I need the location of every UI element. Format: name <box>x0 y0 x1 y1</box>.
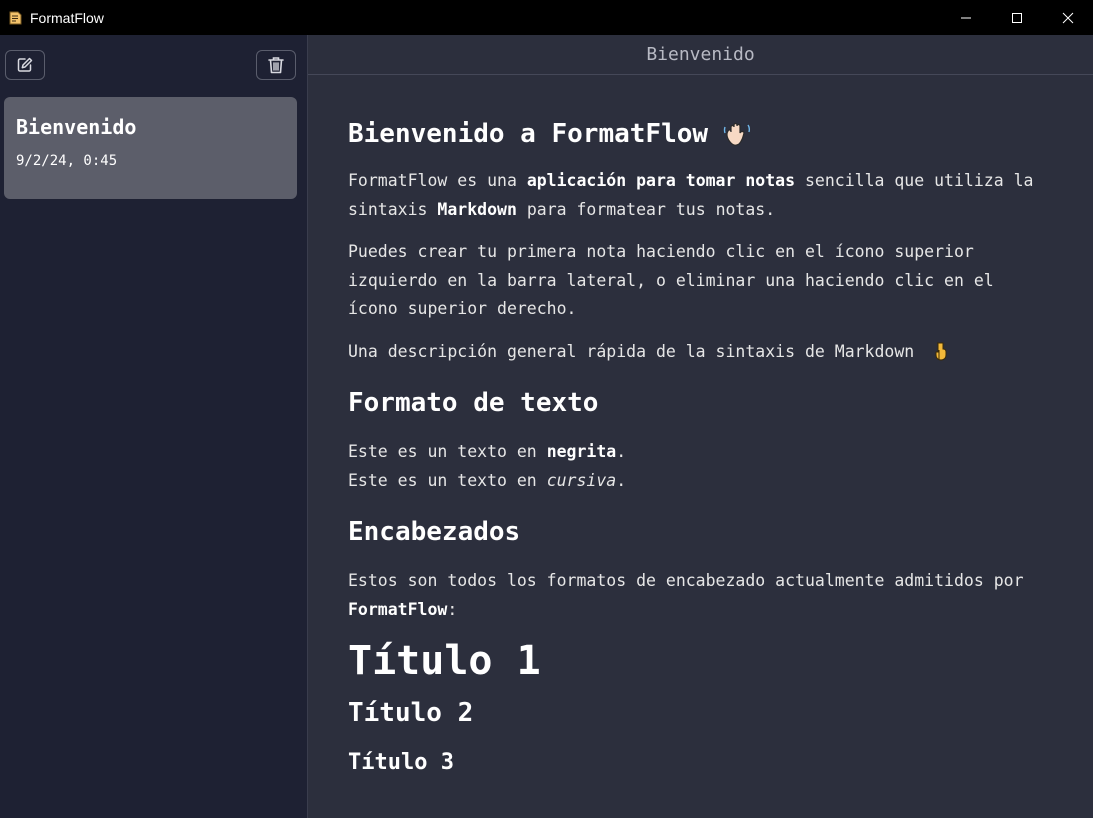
minimize-button[interactable] <box>940 0 991 35</box>
italic-line-text: Este es un texto en <box>348 470 547 490</box>
note-date: 9/2/24, 0:45 <box>16 153 118 169</box>
overview-text: Una descripción general rápida de la sin… <box>348 341 915 361</box>
edit-icon <box>17 57 33 72</box>
headers-colon: : <box>447 599 458 619</box>
bold-example: negrita <box>546 442 617 461</box>
intro-paragraph: FormatFlow es una aplicación para tomar … <box>348 167 1053 224</box>
window-title: FormatFlow <box>30 9 104 26</box>
heading-welcome-text: Bienvenido a FormatFlow <box>348 119 709 149</box>
format-examples: Este es un texto en negrita. Este es un … <box>348 438 1053 495</box>
markdown-content: Bienvenido a FormatFlow FormatFlow es un… <box>308 75 1093 775</box>
new-note-button[interactable] <box>5 50 45 80</box>
example-title-2: Título 2 <box>348 698 474 728</box>
headers-bold-app: FormatFlow <box>348 599 448 619</box>
sidebar: Bienvenido 9/2/24, 0:45 <box>0 35 308 818</box>
headers-paragraph: Estos son todos los formatos de encabeza… <box>348 567 1053 624</box>
bold-line-period: . <box>616 442 627 461</box>
example-title-3: Título 3 <box>348 750 454 775</box>
pointing-down-icon <box>932 342 948 362</box>
intro-bold-markdown: Markdown <box>437 199 517 219</box>
heading-headers: Encabezados <box>348 517 521 547</box>
delete-note-button[interactable] <box>256 50 296 80</box>
window-titlebar: FormatFlow <box>0 0 1093 35</box>
instructions-paragraph: Puedes crear tu primera nota haciendo cl… <box>348 242 994 318</box>
close-icon <box>1062 12 1073 23</box>
heading-welcome: Bienvenido a FormatFlow <box>348 119 1053 149</box>
italic-line-period: . <box>616 470 627 490</box>
note-viewer: Bienvenido Bienvenido a FormatFlow Forma… <box>308 35 1093 818</box>
note-list-item[interactable]: Bienvenido 9/2/24, 0:45 <box>4 97 297 199</box>
intro-bold-app: aplicación para tomar notas <box>526 171 796 190</box>
overview-paragraph: Una descripción general rápida de la sin… <box>348 338 1053 367</box>
italic-example: cursiva <box>546 470 617 490</box>
headers-text: Estos son todos los formatos de encabeza… <box>348 571 1024 590</box>
intro-text-1: FormatFlow es una <box>348 171 527 190</box>
trash-icon <box>268 57 284 74</box>
heading-text-format: Formato de texto <box>348 388 599 418</box>
note-header-title: Bienvenido <box>308 35 1093 75</box>
maximize-icon <box>1011 12 1022 23</box>
waving-hand-icon <box>722 119 752 149</box>
close-button[interactable] <box>1042 0 1093 35</box>
app-logo-icon <box>6 9 24 27</box>
bold-line-text: Este es un texto en <box>348 442 547 461</box>
example-title-1: Título 1 <box>348 638 541 684</box>
maximize-button[interactable] <box>991 0 1042 35</box>
minimize-icon <box>960 17 971 18</box>
note-title: Bienvenido <box>16 115 137 139</box>
intro-text-3: para formatear tus notas. <box>516 199 776 219</box>
